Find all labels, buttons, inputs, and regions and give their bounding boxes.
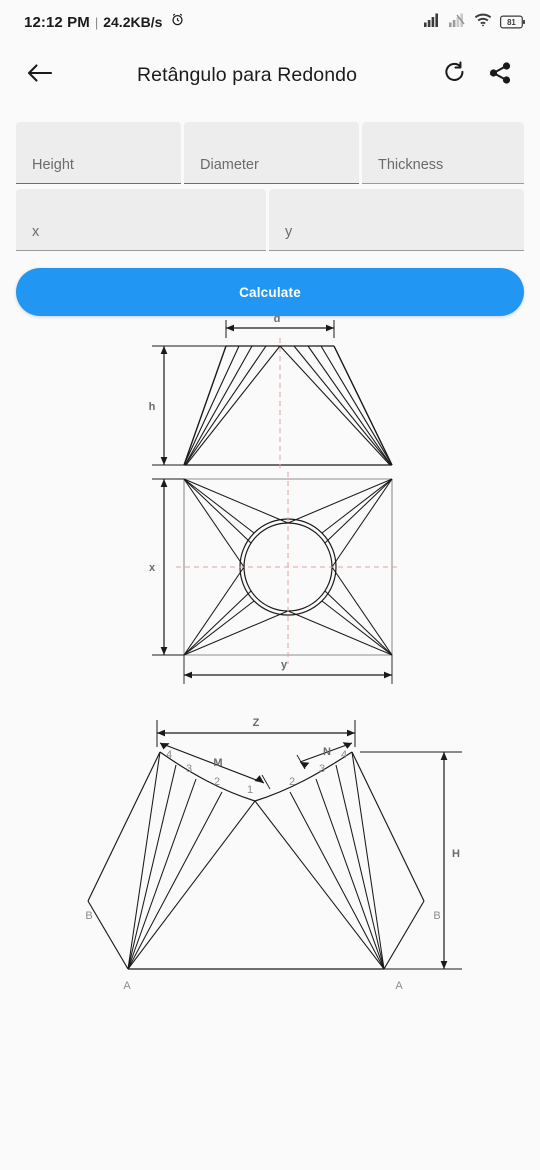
refresh-icon (443, 61, 466, 89)
status-bar-right: 81 (424, 13, 526, 32)
y-placeholder: y (285, 224, 293, 240)
status-bar-left: 12:12 PM | 24.2KB/s (24, 12, 185, 32)
point-label-2-left: 2 (214, 776, 220, 788)
app-screen: 12:12 PM | 24.2KB/s 81 Retângulo para Re… (0, 0, 540, 1170)
dim-label-d: d (274, 316, 281, 325)
alarm-clock-icon (170, 12, 185, 32)
page-title: Retângulo para Redondo (136, 63, 358, 86)
battery-icon: 81 (500, 15, 526, 29)
dim-label-N: N (323, 746, 331, 758)
point-label-1-left: 1 (247, 784, 253, 796)
height-placeholder: Height (32, 157, 74, 173)
signal-bars-off-icon (449, 13, 466, 32)
dim-label-Z: Z (253, 717, 260, 729)
flat-pattern-diagram: Z M N H A A B B 1 2 3 4 2 3 4 (85, 717, 462, 992)
dim-label-h: h (149, 401, 156, 413)
point-label-B-left: B (85, 910, 92, 922)
point-label-3-right: 3 (319, 763, 325, 775)
form-row-1: Height Diameter Thickness (16, 122, 524, 184)
status-time: 12:12 PM (24, 13, 90, 31)
input-form: Height Diameter Thickness x y (0, 122, 540, 251)
y-field[interactable]: y (269, 189, 524, 251)
status-separator: | (94, 14, 99, 30)
diagram-area: d h x y Z M N H A A B B 1 2 3 4 2 3 4 (0, 316, 540, 1015)
status-bar: 12:12 PM | 24.2KB/s 81 (0, 0, 540, 44)
thickness-placeholder: Thickness (378, 157, 444, 173)
point-label-2-right: 2 (289, 776, 295, 788)
calculate-button[interactable]: Calculate (16, 268, 524, 316)
dim-label-y: y (281, 659, 288, 671)
point-label-4-right: 4 (341, 749, 347, 761)
thickness-field[interactable]: Thickness (362, 122, 524, 184)
form-row-2: x y (16, 189, 524, 251)
dim-label-H: H (452, 848, 460, 860)
battery-level-text: 81 (507, 18, 516, 27)
signal-bars-icon (424, 13, 441, 32)
dim-label-x: x (149, 562, 156, 574)
back-button[interactable] (20, 55, 60, 95)
height-field[interactable]: Height (16, 122, 181, 184)
share-button[interactable] (480, 55, 520, 95)
network-speed: 24.2KB/s (103, 14, 163, 30)
dim-label-M: M (213, 757, 222, 769)
diameter-placeholder: Diameter (200, 157, 259, 173)
x-placeholder: x (32, 224, 40, 240)
point-label-A-left: A (123, 980, 131, 992)
x-field[interactable]: x (16, 189, 266, 251)
point-label-B-right: B (433, 910, 440, 922)
calculate-button-wrap: Calculate (0, 268, 540, 316)
back-arrow-icon (27, 62, 53, 89)
wifi-icon (474, 13, 492, 32)
point-label-3-left: 3 (186, 763, 192, 775)
share-icon (488, 61, 512, 90)
app-bar: Retângulo para Redondo (0, 44, 540, 106)
diameter-field[interactable]: Diameter (184, 122, 359, 184)
point-label-4-left: 4 (166, 749, 172, 761)
front-and-plan-view-diagram: d h x y (149, 316, 400, 684)
point-label-A-right: A (395, 980, 403, 992)
refresh-button[interactable] (434, 55, 474, 95)
